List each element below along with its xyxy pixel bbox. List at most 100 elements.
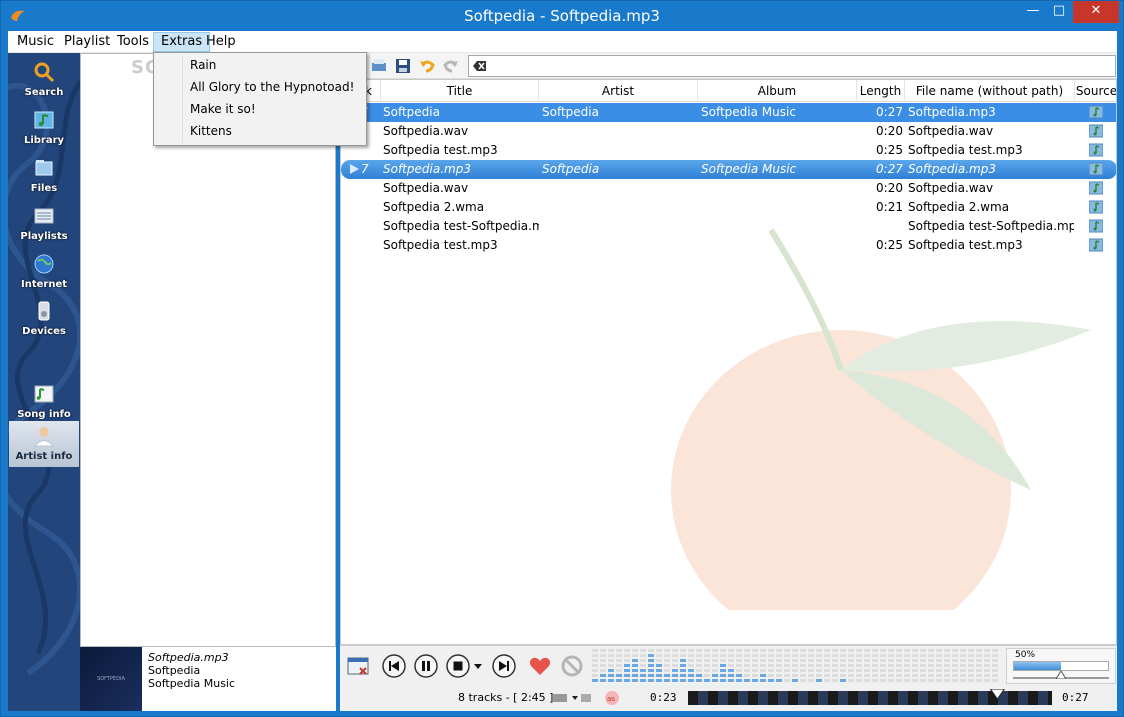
local-file-source-icon xyxy=(1089,219,1103,233)
column-artist[interactable]: Artist xyxy=(539,80,698,102)
cell-num: 7 xyxy=(361,162,369,176)
menu-item-kittens[interactable]: Kittens xyxy=(156,121,364,142)
title-bar[interactable]: Softpedia - Softpedia.mp3 — □ ✕ xyxy=(1,1,1123,31)
print-icon[interactable] xyxy=(370,57,388,75)
lastfm-scrobble-icon[interactable]: as xyxy=(604,690,620,706)
sidebar-search[interactable]: Search xyxy=(9,57,79,103)
table-row[interactable]: Softpedia 2.wma 0:21 Softpedia 2.wma xyxy=(341,198,1116,217)
cell-length: 0:27 xyxy=(876,105,903,119)
window-title: Softpedia - Softpedia.mp3 xyxy=(464,7,660,25)
cell-title: Softpedia.mp3 xyxy=(383,162,471,176)
stop-icon[interactable] xyxy=(446,654,470,678)
cell-length: 0:20 xyxy=(876,181,903,195)
local-file-source-icon xyxy=(1089,124,1103,138)
cell-length: 0:27 xyxy=(876,162,903,176)
sidebar-internet[interactable]: Internet xyxy=(9,249,79,295)
menu-item-make-it-so[interactable]: Make it so! xyxy=(156,99,364,120)
now-playing-file: Softpedia.mp3 xyxy=(148,651,229,664)
track-count: 8 tracks - [ 2:45 ] xyxy=(458,691,554,704)
menu-item-rain[interactable]: Rain xyxy=(156,55,364,76)
sidebar-playlists[interactable]: Playlists xyxy=(9,201,79,247)
app-window: Softpedia - Softpedia.mp3 — □ ✕ Music Pl… xyxy=(0,0,1124,717)
sidebar-song-info[interactable]: Song info xyxy=(9,379,79,425)
device-icon xyxy=(38,301,50,321)
maximize-button[interactable]: □ xyxy=(1047,1,1071,23)
menu-music[interactable]: Music xyxy=(10,32,61,52)
column-title[interactable]: Title xyxy=(381,80,539,102)
seek-bar-moodbar[interactable] xyxy=(688,689,1052,707)
table-row[interactable]: Softpedia.wav 0:20 Softpedia.wav xyxy=(341,122,1116,141)
files-icon xyxy=(35,160,53,176)
cell-file: Softpedia 2.wma xyxy=(908,200,1010,214)
table-row[interactable]: 7SoftpediaSoftpediaSoftpedia Music0:27So… xyxy=(341,103,1116,122)
album-cover: SOFTPEDIA xyxy=(80,647,142,711)
cell-length: 0:20 xyxy=(876,124,903,138)
table-row[interactable]: Softpedia test.mp3 0:25 Softpedia test.mp3 xyxy=(341,141,1116,160)
table-row[interactable]: Softpedia test.mp3 0:25 Softpedia test.mp3 xyxy=(341,236,1116,255)
cell-length: 0:25 xyxy=(876,143,903,157)
cell-title: Softpedia.wav xyxy=(383,181,469,195)
playlist-filter[interactable] xyxy=(468,55,1116,77)
table-row[interactable]: 7 Softpedia.mp3 Softpedia Softpedia Music 0:… xyxy=(341,160,1116,179)
ban-icon[interactable] xyxy=(560,654,584,678)
local-file-source-icon xyxy=(1089,162,1103,176)
playlist-toolbar xyxy=(340,53,1117,79)
cell-length: 0:21 xyxy=(876,200,903,214)
table-row[interactable]: Softpedia.wav 0:20 Softpedia.wav xyxy=(341,179,1116,198)
status-bar: 8 tracks - [ 2:45 ] as 0:23 0:27 xyxy=(340,685,1117,711)
menu-bar: Music Playlist Tools Extras Help xyxy=(8,31,1117,53)
svg-text:as: as xyxy=(607,695,615,703)
close-button[interactable]: ✕ xyxy=(1073,1,1119,23)
cell-file: Softpedia.wav xyxy=(908,124,994,138)
column-length[interactable]: Length xyxy=(857,80,905,102)
menu-help[interactable]: Help xyxy=(199,32,243,52)
volume-slider-thumb[interactable] xyxy=(1056,671,1066,679)
column-filename[interactable]: File name (without path) xyxy=(905,80,1075,102)
cell-file: Softpedia.mp3 xyxy=(908,162,996,176)
cell-artist: Softpedia xyxy=(542,105,599,119)
cell-file: Softpedia.wav xyxy=(908,181,994,195)
pause-icon[interactable] xyxy=(414,654,438,678)
menu-playlist[interactable]: Playlist xyxy=(57,32,117,52)
next-track-icon[interactable] xyxy=(492,654,516,678)
repeat-shuffle-icon[interactable] xyxy=(552,691,592,705)
previous-track-icon[interactable] xyxy=(382,654,406,678)
local-file-source-icon xyxy=(1089,238,1103,252)
love-heart-icon[interactable] xyxy=(528,654,552,678)
cell-title: Softpedia test.mp3 xyxy=(383,143,498,157)
local-file-source-icon xyxy=(1089,105,1103,119)
volume-control[interactable]: 50% xyxy=(1006,648,1116,684)
volume-bar xyxy=(1013,661,1109,671)
filter-input[interactable] xyxy=(491,58,1101,74)
undo-icon[interactable] xyxy=(418,57,436,75)
redo-icon[interactable] xyxy=(442,57,460,75)
local-file-source-icon xyxy=(1089,143,1103,157)
cell-length: 0:25 xyxy=(876,238,903,252)
sidebar-label: Internet xyxy=(20,279,67,290)
minimize-button[interactable]: — xyxy=(1021,1,1045,23)
player-controls: 50% xyxy=(340,645,1117,685)
clear-filter-icon[interactable] xyxy=(473,60,487,72)
sidebar-devices[interactable]: Devices xyxy=(9,296,79,342)
cell-title: Softpedia test-Softpedia.mp3 xyxy=(383,219,539,233)
playlist-menu-icon[interactable] xyxy=(346,654,370,678)
sidebar-artist-info[interactable]: Artist info xyxy=(9,421,79,467)
column-source[interactable]: Source xyxy=(1075,80,1116,102)
menu-item-hypnotoad[interactable]: All Glory to the Hypnotoad! xyxy=(156,77,364,98)
sidebar-label: Files xyxy=(30,183,58,194)
sidebar-label: Library xyxy=(23,135,65,146)
playlists-icon xyxy=(34,208,54,224)
song-info-icon xyxy=(34,385,54,403)
volume-fill xyxy=(1014,662,1061,670)
menu-tools[interactable]: Tools xyxy=(110,32,156,52)
sidebar-library[interactable]: Library xyxy=(9,105,79,151)
save-icon[interactable] xyxy=(394,57,412,75)
cell-artist: Softpedia xyxy=(542,162,600,176)
stop-options-chevron-down-icon[interactable] xyxy=(472,654,484,678)
column-album[interactable]: Album xyxy=(698,80,857,102)
table-row[interactable]: Softpedia test-Softpedia.mp3 Softpedia te… xyxy=(341,217,1116,236)
spectrum-visualizer[interactable] xyxy=(592,648,1000,684)
sidebar-files[interactable]: Files xyxy=(9,153,79,199)
elapsed-time: 0:23 xyxy=(650,691,677,704)
now-playing-artist: Softpedia xyxy=(148,664,201,677)
